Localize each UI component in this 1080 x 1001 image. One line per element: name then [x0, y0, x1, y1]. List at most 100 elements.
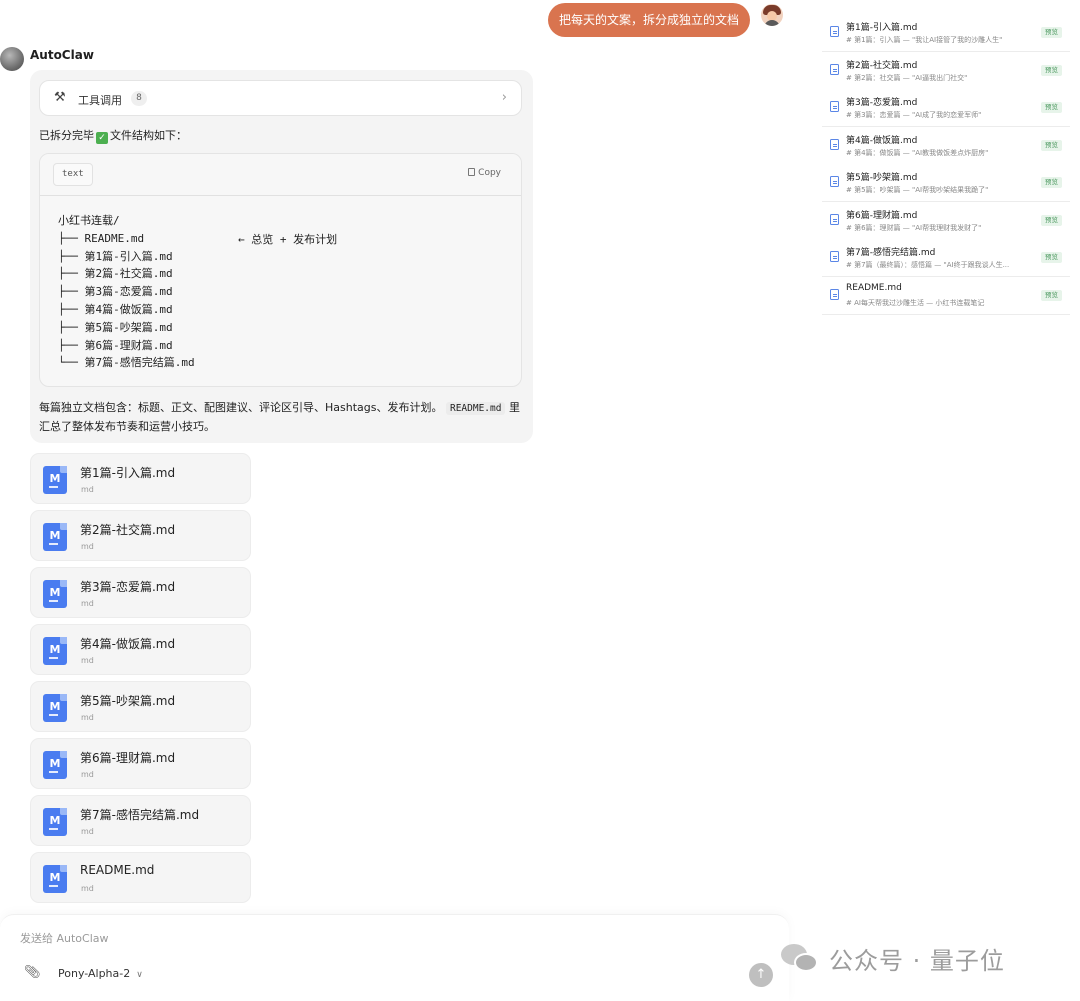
side-file-name: 第2篇-社交篇.md	[846, 61, 918, 71]
attachment-card[interactable]: M 第2篇-社交篇.md md	[30, 510, 251, 561]
side-file-desc: # 第6篇：理财篇 — "AI帮我理财我发财了"	[846, 224, 982, 232]
wrench-icon: ⚒	[54, 90, 66, 105]
send-button[interactable]: ↑	[749, 963, 773, 987]
attachment-card[interactable]: M 第7篇-感悟完结篇.md md	[30, 795, 251, 846]
side-file-item[interactable]: 第2篇-社交篇.md # 第2篇：社交篇 — "AI逼我出门社交" 预览	[822, 52, 1070, 90]
attachment-ext: md	[81, 770, 94, 779]
side-file-item[interactable]: README.md # AI每天帮我过沙雕生活 — 小红书连载笔记 预览	[822, 277, 1070, 315]
code-line: ├── 第3篇-恋爱篇.md	[58, 285, 173, 299]
attachment-name: 第1篇-引入篇.md	[80, 466, 176, 480]
side-file-item[interactable]: 第5篇-吵架篇.md # 第5篇：吵架篇 — "AI帮我吵架结果我跪了" 预览	[822, 164, 1070, 202]
side-file-desc: # 第5篇：吵架篇 — "AI帮我吵架结果我跪了"	[846, 186, 989, 194]
document-icon	[830, 289, 839, 300]
copy-label: Copy	[478, 168, 501, 178]
attachment-name: 第4篇-做饭篇.md	[80, 637, 176, 651]
check-emoji-icon: ✓	[96, 132, 108, 144]
preview-tag[interactable]: 预览	[1041, 290, 1062, 301]
document-icon	[830, 251, 839, 262]
watermark-text: 公众号 · 量子位	[829, 947, 1005, 975]
code-line: ├── 第6篇-理财篇.md	[58, 338, 173, 352]
code-line: ├── 第1篇-引入篇.md	[58, 249, 173, 263]
attachment-ext: md	[81, 827, 94, 836]
attachment-ext: md	[81, 542, 94, 551]
side-file-name: 第3篇-恋爱篇.md	[846, 98, 918, 108]
markdown-file-icon: M	[43, 865, 67, 893]
message-input[interactable]	[20, 929, 700, 947]
preview-tag[interactable]: 预览	[1041, 140, 1062, 151]
assistant-name: AutoClaw	[30, 48, 94, 62]
side-file-item[interactable]: 第3篇-恋爱篇.md # 第3篇：恋爱篇 — "AI成了我的恋爱军师" 预览	[822, 89, 1070, 127]
assistant-avatar	[0, 47, 24, 71]
attachment-card[interactable]: M 第1篇-引入篇.md md	[30, 453, 251, 504]
side-file-name: README.md	[846, 283, 902, 293]
side-file-name: 第4篇-做饭篇.md	[846, 136, 918, 146]
attachment-card[interactable]: M 第5篇-吵架篇.md md	[30, 681, 251, 732]
paperclip-icon[interactable]: 📎︎	[24, 965, 41, 980]
preview-tag[interactable]: 预览	[1041, 177, 1062, 188]
attachment-ext: md	[81, 599, 94, 608]
code-block-header: text Copy	[40, 154, 521, 196]
intro-text-after: 文件结构如下：	[110, 129, 187, 142]
attachment-ext: md	[81, 713, 94, 722]
side-file-desc: # 第7篇（最终篇）：感悟篇 — "AI终于跟我谈人生...	[846, 261, 1010, 269]
side-file-item[interactable]: 第6篇-理财篇.md # 第6篇：理财篇 — "AI帮我理财我发财了" 预览	[822, 202, 1070, 240]
code-language-label: text	[53, 163, 93, 186]
attachment-ext: md	[81, 884, 94, 893]
tool-call-label: 工具调用	[78, 94, 122, 107]
composer	[0, 914, 789, 1001]
wechat-logo-icon	[781, 942, 821, 974]
markdown-file-icon: M	[43, 808, 67, 836]
code-comment: ← 总览 + 发布计划	[238, 233, 338, 246]
markdown-file-icon: M	[43, 694, 67, 722]
side-file-name: 第6篇-理财篇.md	[846, 211, 918, 221]
tool-call-expander[interactable]: ⚒ 工具调用 8 ›	[39, 80, 522, 116]
code-line: ├── README.md	[58, 231, 145, 245]
side-file-desc: # AI每天帮我过沙雕生活 — 小红书连载笔记	[846, 299, 985, 307]
attachment-ext: md	[81, 656, 94, 665]
model-selector[interactable]: Pony-Alpha-2 ∨	[58, 967, 143, 980]
tool-call-count-badge: 8	[131, 91, 147, 106]
chevron-right-icon: ›	[501, 90, 507, 105]
assistant-summary-text: 每篇独立文档包含：标题、正文、配图建议、评论区引导、Hashtags、发布计划。…	[39, 399, 525, 436]
attachment-card[interactable]: M 第4篇-做饭篇.md md	[30, 624, 251, 675]
code-line: ├── 第2篇-社交篇.md	[58, 267, 173, 281]
markdown-file-icon: M	[43, 523, 67, 551]
attachment-name: 第6篇-理财篇.md	[80, 751, 176, 765]
side-file-desc: # 第2篇：社交篇 — "AI逼我出门社交"	[846, 74, 968, 82]
document-icon	[830, 139, 839, 150]
preview-tag[interactable]: 预览	[1041, 215, 1062, 226]
attachment-card[interactable]: M 第3篇-恋爱篇.md md	[30, 567, 251, 618]
preview-tag[interactable]: 预览	[1041, 65, 1062, 76]
preview-tag[interactable]: 预览	[1041, 27, 1062, 38]
arrow-up-icon: ↑	[755, 967, 767, 982]
markdown-file-icon: M	[43, 751, 67, 779]
chevron-down-icon: ∨	[136, 970, 143, 980]
attachment-name: 第7篇-感悟完结篇.md	[80, 808, 200, 822]
preview-tag[interactable]: 预览	[1041, 102, 1062, 113]
markdown-file-icon: M	[43, 466, 67, 494]
user-message-bubble: 把每天的文案，拆分成独立的文档	[548, 3, 750, 37]
side-file-item[interactable]: 第1篇-引入篇.md # 第1篇：引入篇 — "我让AI接管了我的沙雕人生" 预…	[822, 14, 1070, 52]
attachment-name: README.md	[80, 863, 155, 877]
document-icon	[830, 26, 839, 37]
model-name: Pony-Alpha-2	[58, 967, 131, 980]
assistant-intro-text: 已拆分完毕 ✓ 文件结构如下：	[39, 127, 187, 144]
copy-button[interactable]: Copy	[468, 168, 501, 178]
inline-code: README.md	[445, 402, 506, 415]
copy-icon	[468, 168, 476, 176]
preview-tag[interactable]: 预览	[1041, 252, 1062, 263]
code-content: 小红书连载/ ├── README.md ├── 第1篇-引入篇.md ├── …	[58, 212, 195, 372]
document-icon	[830, 101, 839, 112]
attachment-name: 第5篇-吵架篇.md	[80, 694, 176, 708]
side-file-item[interactable]: 第7篇-感悟完结篇.md # 第7篇（最终篇）：感悟篇 — "AI终于跟我谈人生…	[822, 239, 1070, 277]
attachment-card[interactable]: M 第6篇-理财篇.md md	[30, 738, 251, 789]
intro-text-before: 已拆分完毕	[39, 129, 94, 142]
code-line: ├── 第5篇-吵架篇.md	[58, 320, 173, 334]
side-file-name: 第5篇-吵架篇.md	[846, 173, 918, 183]
attachment-card[interactable]: M README.md md	[30, 852, 251, 903]
side-file-item[interactable]: 第4篇-做饭篇.md # 第4篇：做饭篇 — "AI教我做饭差点炸厨房" 预览	[822, 127, 1070, 165]
side-file-name: 第1篇-引入篇.md	[846, 23, 918, 33]
side-file-desc: # 第1篇：引入篇 — "我让AI接管了我的沙雕人生"	[846, 36, 1003, 44]
attachment-name: 第2篇-社交篇.md	[80, 523, 176, 537]
code-line: └── 第7篇-感悟完结篇.md	[58, 356, 195, 370]
